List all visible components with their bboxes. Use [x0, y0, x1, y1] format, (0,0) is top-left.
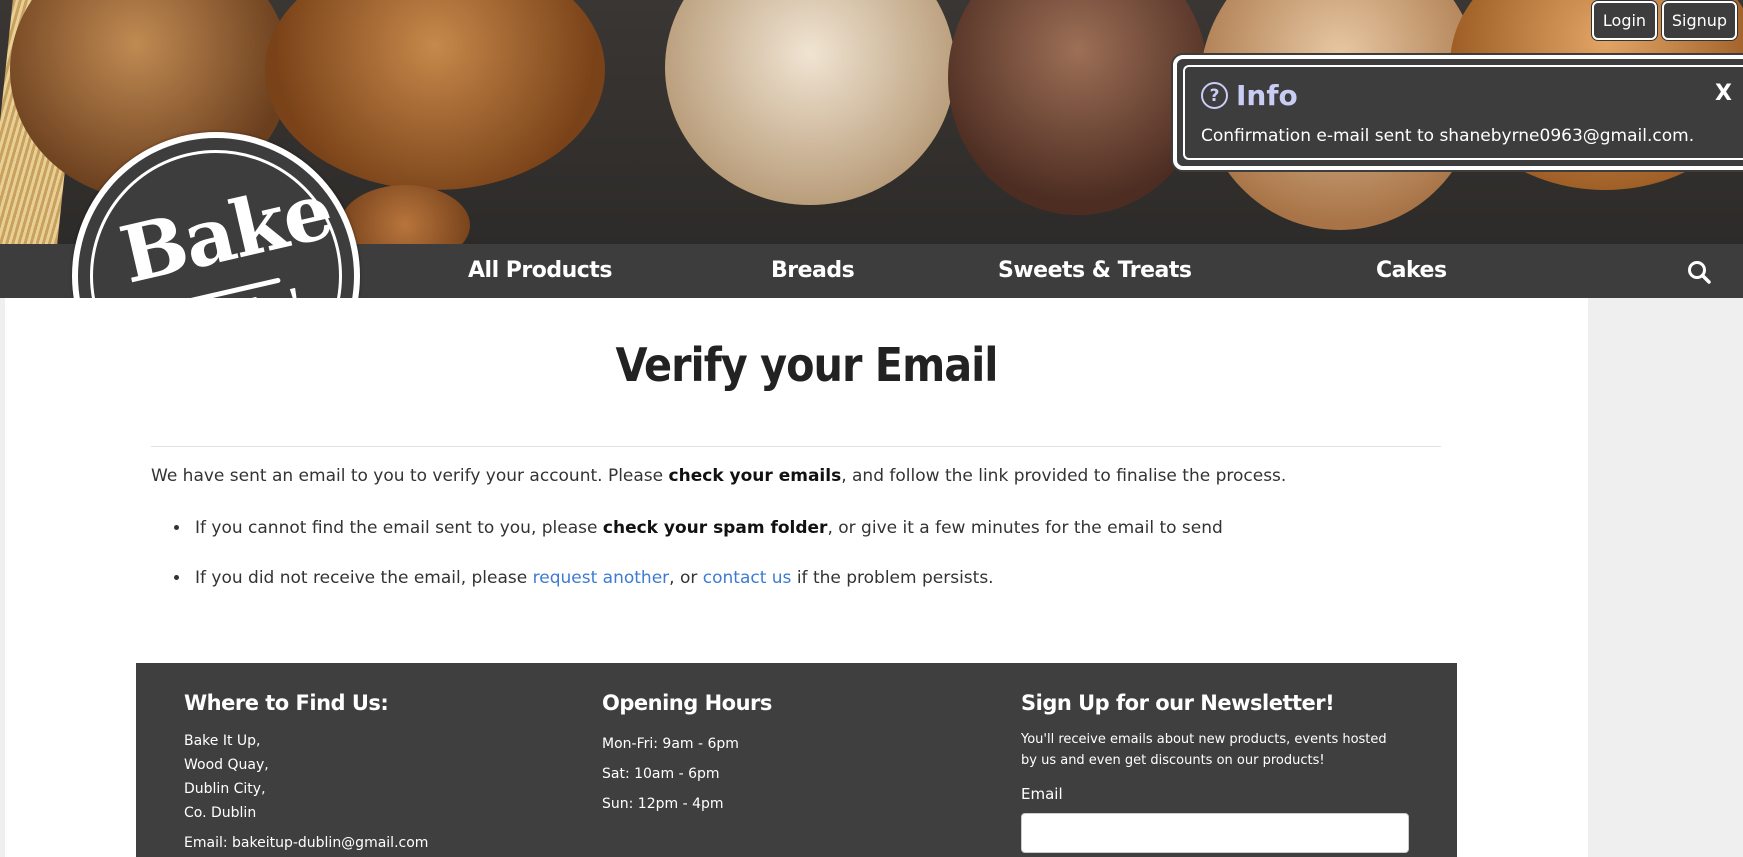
- bread-loaf-image: [948, 0, 1208, 215]
- intro-prefix: We have sent an email to you to verify y…: [151, 466, 669, 486]
- newsletter-email-label: Email: [1021, 785, 1063, 803]
- toast-message: Confirmation e-mail sent to shanebyrne09…: [1201, 126, 1695, 146]
- instructions-list: If you cannot find the email sent to you…: [191, 518, 1223, 618]
- search-icon[interactable]: [1686, 259, 1712, 285]
- newsletter-text: You'll receive emails about new products…: [1021, 732, 1387, 768]
- bread-loaf-image: [265, 0, 605, 190]
- intro-bold: check your emails: [668, 466, 842, 486]
- footer-heading: Sign Up for our Newsletter!: [1021, 691, 1335, 715]
- toast-title-text: Info: [1236, 79, 1298, 112]
- site-footer: Where to Find Us: Bake It Up, Wood Quay,…: [136, 663, 1457, 857]
- bullet1-prefix: If you cannot find the email sent to you…: [195, 518, 603, 538]
- newsletter-email-input[interactable]: [1021, 813, 1409, 853]
- contact-us-link[interactable]: contact us: [703, 568, 792, 588]
- intro-suffix: , and follow the link provided to finali…: [841, 466, 1287, 486]
- intro-text: We have sent an email to you to verify y…: [151, 466, 1286, 486]
- bullet1-bold: check your spam folder: [602, 518, 828, 538]
- hours-line: Sat: 10am - 6pm: [602, 766, 720, 782]
- bread-loaf-image: [340, 185, 470, 244]
- signup-button[interactable]: Signup: [1662, 1, 1737, 40]
- bullet1-suffix: , or give it a few minutes for the email…: [827, 518, 1223, 538]
- info-toast: ? Info Confirmation e-mail sent to shane…: [1173, 55, 1743, 170]
- divider: [151, 446, 1441, 447]
- hours-line: Sun: 12pm - 4pm: [602, 796, 724, 812]
- address-line: Wood Quay,: [184, 757, 269, 773]
- page-title: Verify your Email: [615, 338, 999, 392]
- address-line: Bake It Up,: [184, 733, 261, 749]
- toast-title: ? Info: [1201, 79, 1298, 112]
- bullet2-prefix: If you did not receive the email, please: [195, 568, 533, 588]
- footer-heading: Where to Find Us:: [184, 691, 389, 715]
- footer-email: Email: bakeitup-dublin@gmail.com: [184, 835, 429, 851]
- nav-item-sweets-treats[interactable]: Sweets & Treats: [998, 258, 1192, 283]
- footer-newsletter: Sign Up for our Newsletter! You'll recei…: [1021, 691, 1409, 853]
- question-circle-icon: ?: [1201, 82, 1228, 109]
- nav-item-all-products[interactable]: All Products: [468, 258, 612, 283]
- request-another-link[interactable]: request another: [533, 568, 670, 588]
- footer-opening-hours: Opening Hours Mon-Fri: 9am - 6pm Sat: 10…: [602, 691, 772, 819]
- footer-find-us: Where to Find Us: Bake It Up, Wood Quay,…: [184, 691, 428, 855]
- login-button[interactable]: Login: [1592, 1, 1657, 40]
- hours-line: Mon-Fri: 9am - 6pm: [602, 736, 739, 752]
- address-line: Co. Dublin: [184, 805, 257, 821]
- list-item: If you cannot find the email sent to you…: [191, 518, 1223, 538]
- nav-item-breads[interactable]: Breads: [771, 258, 855, 283]
- list-item: If you did not receive the email, please…: [191, 568, 1223, 588]
- nav-item-cakes[interactable]: Cakes: [1376, 258, 1447, 283]
- bullet2-mid: , or: [669, 568, 703, 588]
- address-line: Dublin City,: [184, 781, 266, 797]
- footer-heading: Opening Hours: [602, 691, 772, 715]
- bread-loaf-image: [665, 0, 955, 205]
- bullet2-suffix: if the problem persists.: [791, 568, 994, 588]
- toast-close-button[interactable]: X: [1715, 81, 1732, 106]
